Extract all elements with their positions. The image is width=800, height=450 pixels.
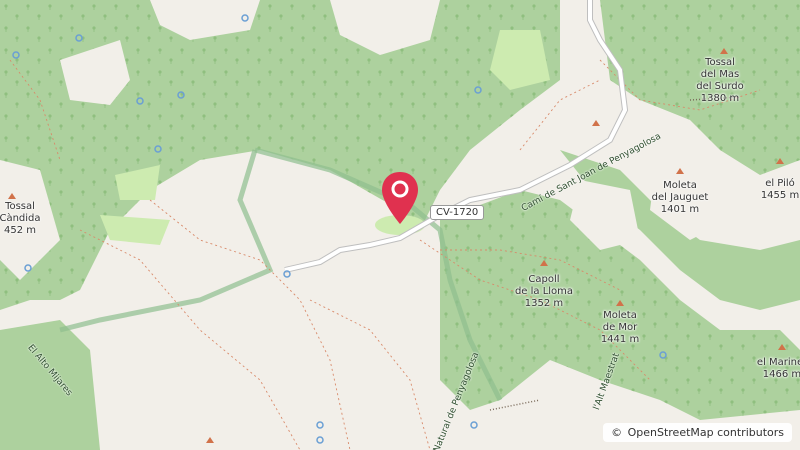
attribution-text[interactable]: OpenStreetMap contributors — [628, 426, 784, 439]
peak-name: Moleta — [663, 180, 697, 191]
peak-elevation: 1352 m — [524, 298, 564, 309]
peak-label-tossal-mas-surdo: Tossal del Mas del Surdo 1380 m — [696, 57, 744, 105]
map-attribution[interactable]: © OpenStreetMap contributors — [603, 423, 792, 442]
peak-elevation: 1380 m — [700, 93, 740, 104]
peak-name: Tossal — [5, 201, 35, 212]
peak-elevation: 1441 m — [600, 334, 640, 345]
map-pin-icon[interactable] — [380, 170, 420, 226]
peak-name-line2: Càndida — [0, 213, 41, 224]
peak-label-tossal-candida: Tossal Càndida 452 m — [0, 201, 41, 237]
peak-elevation: 1401 m — [660, 204, 700, 215]
peak-name-line2: del Jauguet — [651, 192, 709, 203]
peak-name: Moleta — [603, 310, 637, 321]
road-shield-cv1720: CV-1720 — [430, 205, 485, 220]
peak-name-line2: de Mor — [602, 322, 638, 333]
peak-label-el-pilo: el Piló 1455 m — [761, 178, 799, 202]
peak-name: el Marinet — [756, 357, 800, 368]
peak-elevation: 1455 m — [760, 190, 800, 201]
copyright-symbol: © — [611, 426, 623, 439]
peak-name: Capoll — [528, 274, 560, 285]
peak-elevation: 452 m — [3, 225, 36, 236]
peak-name-line3: del Surdo — [696, 81, 744, 92]
peak-name-line2: de la Lloma — [514, 286, 574, 297]
peak-elevation: 1466 m — [762, 369, 800, 380]
map-view[interactable]: Tossal del Mas del Surdo 1380 m Moleta d… — [0, 0, 800, 450]
peak-label-moleta-jauguet: Moleta del Jauguet 1401 m — [652, 180, 709, 216]
peak-label-capoll-lloma: Capoll de la Lloma 1352 m — [515, 274, 573, 310]
peak-name: Tossal — [705, 57, 735, 68]
peak-label-el-marinet: el Marinet 1466 m — [757, 357, 800, 381]
peak-name-line2: del Mas — [700, 69, 740, 80]
peak-name: el Piló — [765, 178, 795, 189]
peak-label-moleta-mor: Moleta de Mor 1441 m — [601, 310, 639, 346]
